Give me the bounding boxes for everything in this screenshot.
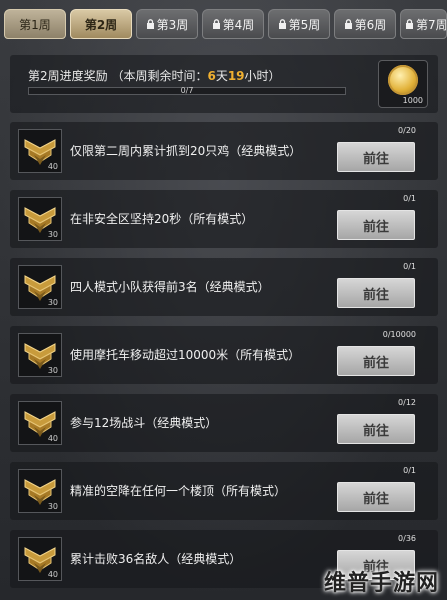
progress-title: 第2周进度奖励 （本周剩余时间：6天19小时）: [28, 69, 281, 83]
task-points: 30: [47, 298, 58, 307]
tab-week-6[interactable]: 第6周: [334, 9, 396, 39]
task-row: 30 使用摩托车移动超过10000米（所有模式） 0/10000 前往: [10, 326, 438, 384]
task-description: 四人模式小队获得前3名（经典模式）: [70, 280, 270, 294]
task-badge: 30: [18, 333, 62, 377]
task-points: 30: [47, 230, 58, 239]
go-button[interactable]: 前往: [337, 414, 415, 444]
task-description: 在非安全区坚持20秒（所有模式）: [70, 212, 254, 226]
go-button[interactable]: 前往: [337, 482, 415, 512]
tab-week-1[interactable]: 第1周: [4, 9, 66, 39]
task-points: 30: [47, 366, 58, 375]
tab-label: 第4周: [222, 17, 255, 32]
go-button[interactable]: 前往: [337, 142, 415, 172]
lock-icon: [344, 19, 352, 29]
tab-week-2[interactable]: 第2周: [70, 9, 132, 39]
task-points: 30: [47, 502, 58, 511]
task-description: 累计击败36名敌人（经典模式）: [70, 552, 242, 566]
task-row: 40 参与12场战斗（经典模式） 0/12 前往: [10, 394, 438, 452]
task-progress: 0/1: [403, 466, 416, 475]
weekly-progress-panel: 第2周进度奖励 （本周剩余时间：6天19小时） 0/7 1000: [10, 55, 438, 113]
task-description: 精准的空降在任何一个楼顶（所有模式）: [70, 484, 287, 498]
tab-week-5[interactable]: 第5周: [268, 9, 330, 39]
go-button[interactable]: 前往: [337, 210, 415, 240]
task-progress: 0/1: [403, 262, 416, 271]
task-badge: 30: [18, 197, 62, 241]
lock-icon: [278, 19, 286, 29]
task-badge: 40: [18, 537, 62, 581]
task-points: 40: [47, 434, 58, 443]
task-row: 30 精准的空降在任何一个楼顶（所有模式） 0/1 前往: [10, 462, 438, 520]
lock-icon: [406, 19, 413, 29]
task-badge: 30: [18, 265, 62, 309]
task-description: 使用摩托车移动超过10000米（所有模式）: [70, 348, 301, 362]
tab-label: 第6周: [354, 17, 387, 32]
week-tabs: 第1周 第2周 第3周 第4周 第5周 第6周 第7周: [0, 0, 447, 46]
tab-week-4[interactable]: 第4周: [202, 9, 264, 39]
reward-count: 1000: [402, 96, 423, 105]
task-points: 40: [47, 162, 58, 171]
task-points: 40: [47, 570, 58, 579]
task-badge: 40: [18, 401, 62, 445]
progress-text: 0/7: [180, 86, 194, 95]
task-progress: 0/20: [398, 126, 416, 135]
task-progress: 0/10000: [382, 330, 416, 339]
tab-label: 第5周: [288, 17, 321, 32]
tab-label: 第7周: [416, 17, 447, 32]
task-progress: 0/12: [398, 398, 416, 407]
reward-chest[interactable]: 1000: [378, 60, 428, 108]
task-badge: 30: [18, 469, 62, 513]
task-description: 仅限第二周内累计抓到20只鸡（经典模式）: [70, 144, 302, 158]
go-button[interactable]: 前往: [337, 278, 415, 308]
task-progress: 0/36: [398, 534, 416, 543]
lock-icon: [146, 19, 154, 29]
watermark-logo: 维普手游网: [323, 571, 439, 596]
tab-label: 第3周: [156, 17, 189, 32]
task-badge: 40: [18, 129, 62, 173]
task-description: 参与12场战斗（经典模式）: [70, 416, 218, 430]
tab-label: 第2周: [84, 17, 118, 32]
tab-week-3[interactable]: 第3周: [136, 9, 198, 39]
task-progress: 0/1: [403, 194, 416, 203]
task-row: 40 仅限第二周内累计抓到20只鸡（经典模式） 0/20 前往: [10, 122, 438, 180]
tab-week-7[interactable]: 第7周: [400, 9, 447, 39]
go-button[interactable]: 前往: [337, 346, 415, 376]
tab-label: 第1周: [19, 17, 51, 32]
task-row: 30 在非安全区坚持20秒（所有模式） 0/1 前往: [10, 190, 438, 248]
task-row: 30 四人模式小队获得前3名（经典模式） 0/1 前往: [10, 258, 438, 316]
gold-coin-icon: [388, 65, 418, 95]
lock-icon: [212, 19, 220, 29]
